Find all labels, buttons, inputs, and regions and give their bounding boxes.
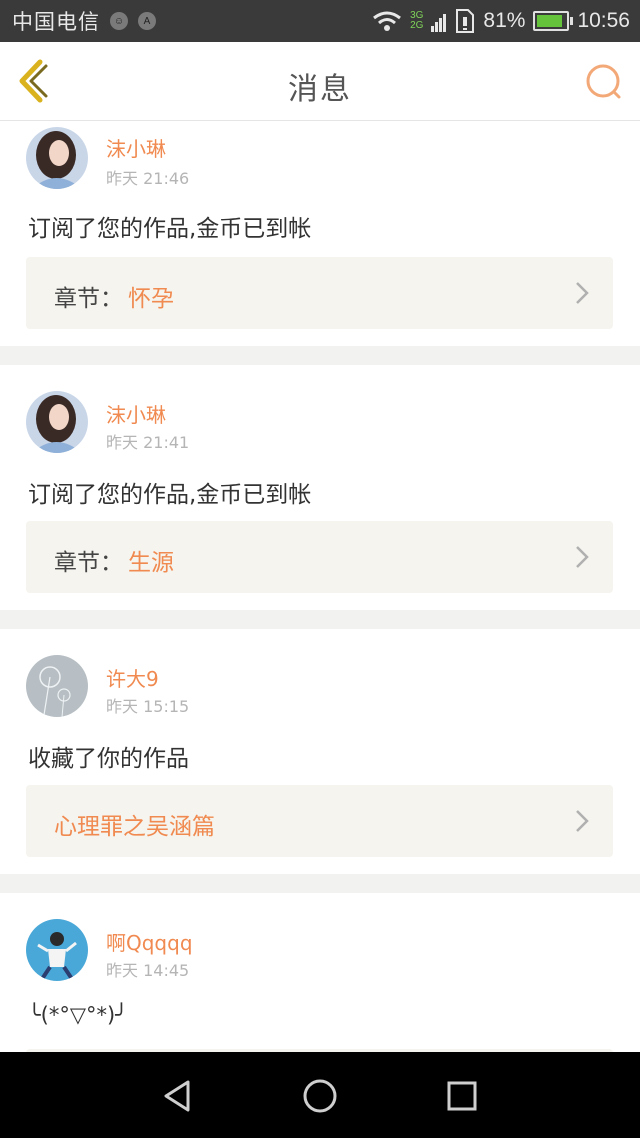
status-bar: 中国电信 ☺ A 3G 2G 81% 10:56 [0,0,640,42]
nav-recents-button[interactable] [442,1076,482,1116]
nav-back-button[interactable] [158,1076,198,1116]
message-list[interactable]: 沫小琳 昨天 21:46 订阅了您的作品,金币已到帐 章节： 怀孕 沫小琳 昨天… [0,121,640,1052]
chevron-right-icon [576,282,589,304]
notification-icon: ☺ [110,12,128,30]
signal-icon [431,14,447,32]
wifi-icon [373,11,401,31]
message-card: 沫小琳 昨天 21:41 订阅了您的作品,金币已到帐 章节： 生源 [0,365,640,610]
status-right: 3G 2G 81% 10:56 [372,0,630,42]
username[interactable]: 沫小琳 [106,133,166,162]
message-time: 昨天 14:45 [106,961,190,980]
status-left: 中国电信 ☺ A [12,0,156,42]
sim-card-icon [456,9,475,33]
chapter-label: 章节： [54,550,123,576]
chapter-name: 生源 [128,550,174,576]
work-link[interactable]: 心理罪之吴涵篇 [26,785,613,857]
message-text: 订阅了您的作品,金币已到帐 [28,216,312,242]
message-text: ╰(*°▽°*)╯ [28,1003,128,1027]
nav-home-button[interactable] [300,1076,340,1116]
avatar[interactable] [26,655,88,717]
avatar[interactable] [26,919,88,981]
page-title: 消息 [288,72,352,107]
work-title: 心理罪之吴涵篇 [54,814,215,840]
message-time: 昨天 21:46 [106,169,190,188]
network-type-label: 3G 2G [410,11,423,31]
message-text: 订阅了您的作品,金币已到帐 [28,482,312,508]
chevron-right-icon [576,546,589,568]
chapter-link[interactable]: 章节： 生源 [26,521,613,593]
username[interactable]: 许大9 [106,663,159,692]
system-navigation-bar [0,1052,640,1138]
app-notification-icon: A [138,12,156,30]
chapter-name: 怀孕 [128,286,174,312]
message-time: 昨天 21:41 [106,433,190,452]
battery-icon [533,11,574,31]
avatar[interactable] [26,127,88,189]
message-card: 许大9 昨天 15:15 收藏了你的作品 心理罪之吴涵篇 [0,629,640,874]
clock: 10:56 [577,9,630,32]
username[interactable]: 啊Qqqqq [106,927,193,956]
message-text: 收藏了你的作品 [28,746,189,772]
message-card: 沫小琳 昨天 21:46 订阅了您的作品,金币已到帐 章节： 怀孕 [0,121,640,346]
square-recents-icon [447,1081,477,1111]
message-card: 啊Qqqqq 昨天 14:45 ╰(*°▽°*)╯ [0,893,640,1052]
app-header: 消息 [0,42,640,121]
search-button[interactable] [584,62,624,102]
battery-percent: 81% [483,9,526,32]
carrier-name: 中国电信 [12,11,100,34]
username[interactable]: 沫小琳 [106,399,166,428]
search-icon [586,64,621,99]
triangle-back-icon [164,1080,190,1112]
chapter-label: 章节： [54,286,123,312]
avatar[interactable] [26,391,88,453]
chapter-link[interactable]: 章节： 怀孕 [26,257,613,329]
chevron-right-icon [576,810,589,832]
circle-home-icon [303,1079,337,1113]
message-time: 昨天 15:15 [106,697,190,716]
net-bottom: 2G [410,20,424,31]
